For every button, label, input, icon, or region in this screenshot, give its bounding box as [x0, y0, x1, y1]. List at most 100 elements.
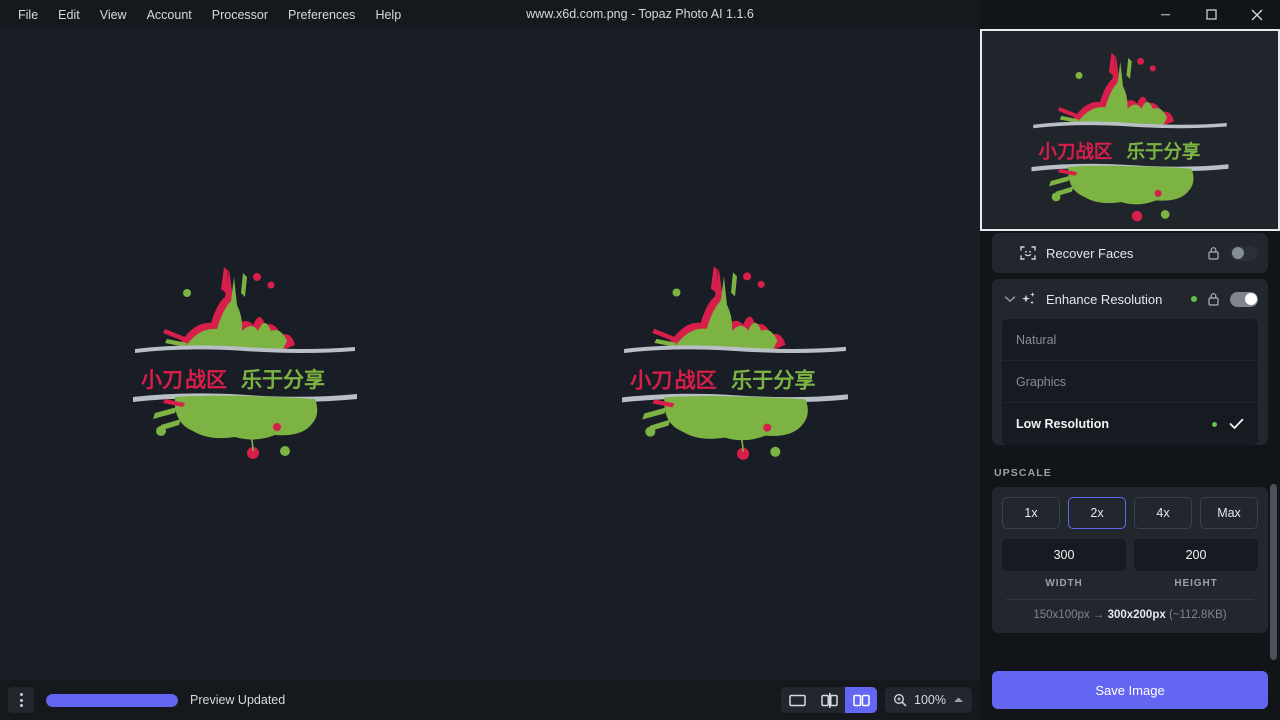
zoom-magnifier-icon[interactable]	[893, 693, 907, 707]
size-arrow-icon: →	[1093, 609, 1105, 621]
right-panel: 小刀战区 乐于分享	[980, 0, 1280, 720]
zoom-level-label: 100%	[913, 693, 947, 707]
canvas-pane-original[interactable]: 小刀 战区 乐于分享	[0, 29, 490, 680]
chevron-down-icon[interactable]	[1004, 295, 1020, 303]
height-column: 200 HEIGHT	[1134, 539, 1258, 589]
svg-text:乐于分享: 乐于分享	[1126, 141, 1200, 163]
minimize-icon	[1160, 9, 1171, 20]
model-option-label: Natural	[1016, 333, 1056, 347]
size-from: 150x100px	[1033, 609, 1089, 621]
view-mode-single[interactable]	[781, 687, 813, 713]
model-option-label: Low Resolution	[1016, 417, 1109, 431]
filter-card-enhance-resolution[interactable]: Enhance Resolution Natural Graphic	[992, 279, 1268, 445]
svg-text:乐于分享: 乐于分享	[731, 367, 816, 392]
single-pane-icon	[789, 694, 806, 707]
image-canvas[interactable]: 小刀 战区 乐于分享	[0, 29, 980, 680]
view-controls: 100%	[781, 687, 972, 713]
split-pane-icon	[821, 693, 838, 708]
upscale-factor-max[interactable]: Max	[1200, 497, 1258, 529]
svg-text:乐于分享: 乐于分享	[241, 368, 325, 392]
zoom-control[interactable]: 100%	[885, 687, 972, 713]
sparkles-icon	[1020, 291, 1046, 308]
navigator-artwork: 小刀战区 乐于分享	[1005, 35, 1255, 225]
close-button[interactable]	[1234, 0, 1280, 29]
status-message: Preview Updated	[190, 693, 285, 707]
kebab-dot	[20, 693, 23, 696]
view-mode-split[interactable]	[813, 687, 845, 713]
width-label: WIDTH	[1002, 578, 1126, 589]
face-detect-icon	[1020, 245, 1046, 261]
scrollbar-thumb[interactable]	[1270, 484, 1277, 660]
navigator-preview[interactable]: 小刀战区 乐于分享	[980, 29, 1280, 231]
kebab-menu-icon[interactable]	[8, 687, 34, 713]
height-input[interactable]: 200	[1134, 539, 1258, 571]
status-dot-low-resolution	[1212, 422, 1217, 427]
filter-label-enhance-resolution: Enhance Resolution	[1046, 292, 1191, 307]
caret-up-icon[interactable]	[953, 696, 964, 704]
lock-icon[interactable]	[1207, 292, 1220, 306]
model-option-natural[interactable]: Natural	[1002, 319, 1258, 361]
svg-text:战区: 战区	[675, 367, 717, 392]
section-label-upscale: UPSCALE	[980, 455, 1280, 487]
svg-text:小刀战区: 小刀战区	[1039, 142, 1113, 163]
maximize-icon	[1206, 9, 1217, 20]
width-column: 300 WIDTH	[1002, 539, 1126, 589]
width-input[interactable]: 300	[1002, 539, 1126, 571]
filter-header-recover-faces[interactable]: Recover Faces	[992, 233, 1268, 273]
side-by-side-icon	[853, 694, 870, 707]
kebab-dot	[20, 704, 23, 707]
filter-card-recover-faces[interactable]: Recover Faces	[992, 233, 1268, 273]
lock-icon[interactable]	[1207, 246, 1220, 260]
model-list: Natural Graphics Low Resolution	[1002, 319, 1258, 445]
menu-bar: File Edit View Account Processor Prefere…	[0, 0, 411, 29]
toggle-knob	[1232, 247, 1244, 259]
save-image-button[interactable]: Save Image	[992, 671, 1268, 709]
menu-item-help[interactable]: Help	[365, 3, 411, 27]
filters-scroll-area[interactable]: Recover Faces	[980, 233, 1280, 660]
upscale-factor-2x[interactable]: 2x	[1068, 497, 1126, 529]
status-dot-enhance-resolution	[1191, 296, 1197, 302]
model-option-low-resolution[interactable]: Low Resolution	[1002, 403, 1258, 445]
upscale-factor-1x[interactable]: 1x	[1002, 497, 1060, 529]
size-to: 300x200px	[1108, 609, 1166, 621]
check-icon	[1229, 418, 1244, 430]
toggle-knob	[1245, 293, 1257, 305]
filter-header-enhance-resolution[interactable]: Enhance Resolution	[992, 279, 1268, 319]
model-option-label: Graphics	[1016, 375, 1066, 389]
size-estimate: (~112.8KB)	[1169, 609, 1227, 621]
size-summary: 150x100px → 300x200px (~112.8KB)	[1002, 600, 1258, 623]
upscale-card: 1x 2x 4x Max 300 WIDTH 200 HEIGHT 150x10…	[992, 487, 1268, 633]
view-mode-side-by-side[interactable]	[845, 687, 877, 713]
close-icon	[1251, 9, 1263, 21]
filter-label-recover-faces: Recover Faces	[1046, 246, 1207, 261]
height-label: HEIGHT	[1134, 578, 1258, 589]
menu-item-processor[interactable]: Processor	[202, 3, 278, 27]
menu-item-account[interactable]: Account	[137, 3, 202, 27]
canvas-pane-enhanced[interactable]: 小刀 战区 乐于分享	[490, 29, 980, 680]
menu-item-file[interactable]: File	[8, 3, 48, 27]
save-bar: Save Image	[980, 660, 1280, 720]
menu-item-preferences[interactable]: Preferences	[278, 3, 365, 27]
status-bar: Preview Updated	[0, 680, 980, 720]
upscale-factor-group: 1x 2x 4x Max	[1002, 497, 1258, 529]
svg-text:战区: 战区	[185, 368, 227, 392]
toggle-recover-faces[interactable]	[1230, 246, 1258, 261]
kebab-dot	[20, 699, 23, 702]
menu-item-edit[interactable]: Edit	[48, 3, 90, 27]
maximize-button[interactable]	[1188, 0, 1234, 29]
panel-scrollbar[interactable]	[1270, 252, 1277, 660]
original-image-artwork: 小刀 战区 乐于分享	[125, 247, 365, 463]
window-controls	[1142, 0, 1280, 29]
enhanced-image-artwork: 小刀 战区 乐于分享	[614, 246, 856, 464]
upscale-factor-4x[interactable]: 4x	[1134, 497, 1192, 529]
progress-bar-fill	[46, 694, 178, 707]
svg-text:小刀: 小刀	[141, 368, 183, 392]
minimize-button[interactable]	[1142, 0, 1188, 29]
menu-item-view[interactable]: View	[90, 3, 137, 27]
model-option-graphics[interactable]: Graphics	[1002, 361, 1258, 403]
dimension-inputs: 300 WIDTH 200 HEIGHT	[1002, 539, 1258, 589]
svg-text:小刀: 小刀	[630, 367, 672, 392]
view-mode-group	[781, 687, 877, 713]
progress-bar	[46, 694, 178, 707]
toggle-enhance-resolution[interactable]	[1230, 292, 1258, 307]
